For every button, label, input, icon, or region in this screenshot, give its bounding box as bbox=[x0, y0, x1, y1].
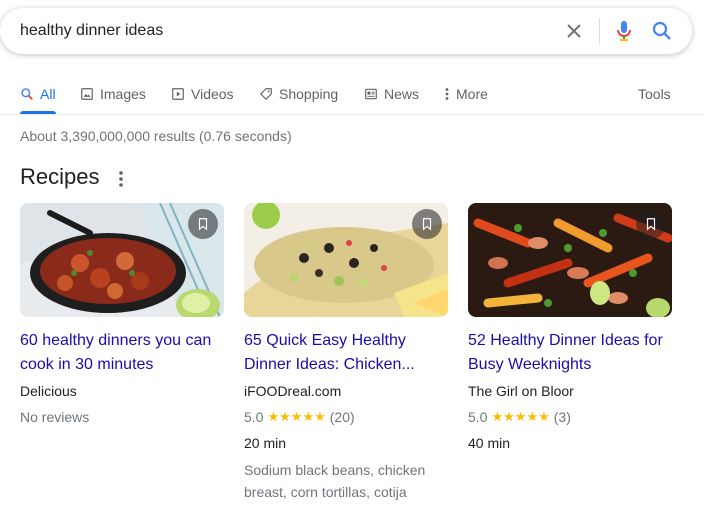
recipe-title-line: 60 healthy dinners you can bbox=[20, 332, 212, 349]
save-recipe-button[interactable] bbox=[636, 209, 666, 239]
star-icon: ★ bbox=[267, 409, 280, 424]
recipe-rating: 5.0 ★ ★ ★ ★ ★ (3) bbox=[468, 407, 674, 427]
rating-value: 5.0 bbox=[244, 409, 264, 425]
tab-images[interactable]: Images bbox=[80, 82, 146, 106]
recipe-thumbnail[interactable] bbox=[20, 203, 224, 317]
star-icon: ★ bbox=[538, 409, 550, 424]
search-button[interactable] bbox=[650, 19, 674, 43]
tab-tools[interactable]: Tools bbox=[638, 82, 671, 106]
recipe-ingredients: Sodium black beans, chicken breast, corn… bbox=[244, 462, 426, 500]
tab-label: All bbox=[40, 86, 56, 102]
recipe-title-line: cook in 30 minutes bbox=[20, 356, 154, 373]
tab-shopping[interactable]: Shopping bbox=[259, 82, 338, 106]
recipe-time: 20 min bbox=[244, 435, 287, 451]
recipe-reviews: No reviews bbox=[20, 409, 90, 425]
bookmark-icon bbox=[646, 218, 656, 231]
voice-search-button[interactable] bbox=[612, 19, 636, 43]
close-icon bbox=[567, 24, 581, 38]
recipe-title-line: Busy Weeknights bbox=[468, 356, 592, 373]
search-icon bbox=[652, 21, 671, 40]
tab-label: Shopping bbox=[279, 86, 339, 102]
tab-label: Tools bbox=[638, 86, 671, 102]
recipe-source: The Girl on Bloor bbox=[468, 383, 574, 399]
star-icon: ★ bbox=[302, 409, 315, 424]
search-tabs: All Images Videos Shopping News More Too… bbox=[0, 76, 704, 114]
star-icon: ★ bbox=[526, 409, 539, 424]
recipe-title-link[interactable]: 65 Quick Easy Healthy Dinner Ideas: Chic… bbox=[244, 329, 450, 377]
recipe-title-link[interactable]: 52 Healthy Dinner Ideas for Busy Weeknig… bbox=[468, 329, 674, 377]
recipe-rating: 5.0 ★ ★ ★ ★ ★ (20) bbox=[244, 407, 450, 427]
mic-icon bbox=[617, 21, 631, 41]
rating-value: 5.0 bbox=[468, 409, 488, 425]
star-icon: ★ bbox=[314, 409, 326, 424]
star-icon: ★ bbox=[279, 409, 291, 424]
recipe-title-line: Dinner Ideas: Chicken... bbox=[244, 356, 415, 373]
rating-count: (3) bbox=[553, 409, 571, 425]
star-rating: ★ ★ ★ ★ ★ bbox=[491, 407, 549, 427]
save-recipe-button[interactable] bbox=[412, 209, 442, 239]
recipe-source: Delicious bbox=[20, 383, 77, 399]
recipe-time: 40 min bbox=[468, 435, 511, 451]
bookmark-icon bbox=[198, 218, 208, 231]
recipe-title-link[interactable]: 60 healthy dinners you can cook in 30 mi… bbox=[20, 329, 226, 377]
tag-icon bbox=[260, 88, 272, 100]
search-bar bbox=[0, 8, 692, 54]
tab-more[interactable]: More bbox=[444, 82, 488, 106]
rating-count: (20) bbox=[329, 409, 355, 425]
news-icon bbox=[365, 88, 377, 100]
tabs-divider bbox=[0, 114, 704, 115]
recipe-card[interactable]: 52 Healthy Dinner Ideas for Busy Weeknig… bbox=[468, 203, 674, 453]
video-icon bbox=[172, 88, 184, 100]
save-recipe-button[interactable] bbox=[188, 209, 218, 239]
recipes-heading: Recipes bbox=[20, 164, 100, 189]
kebab-icon bbox=[445, 88, 449, 100]
recipe-title-line: 52 Healthy Dinner Ideas for bbox=[468, 332, 663, 349]
search-divider bbox=[599, 18, 600, 44]
star-icon: ★ bbox=[491, 409, 504, 424]
tab-label: More bbox=[456, 86, 488, 102]
recipe-source: iFOODreal.com bbox=[244, 383, 342, 399]
recipe-card[interactable]: 60 healthy dinners you can cook in 30 mi… bbox=[20, 203, 226, 427]
results-stats: About 3,390,000,000 results (0.76 second… bbox=[20, 128, 292, 144]
search-input[interactable] bbox=[20, 20, 540, 42]
recipe-card[interactable]: 65 Quick Easy Healthy Dinner Ideas: Chic… bbox=[244, 203, 450, 503]
tab-label: Videos bbox=[191, 86, 234, 102]
tab-news[interactable]: News bbox=[364, 82, 419, 106]
kebab-icon[interactable] bbox=[116, 169, 126, 189]
star-icon: ★ bbox=[290, 409, 303, 424]
tab-videos[interactable]: Videos bbox=[171, 82, 234, 106]
tab-all[interactable]: All bbox=[20, 82, 56, 106]
star-icon: ★ bbox=[503, 409, 515, 424]
clear-button[interactable] bbox=[562, 19, 586, 43]
recipe-thumbnail[interactable] bbox=[468, 203, 672, 317]
tab-label: News bbox=[384, 86, 420, 102]
tab-label: Images bbox=[100, 86, 146, 102]
image-icon bbox=[81, 88, 93, 100]
search-icon bbox=[21, 88, 33, 100]
star-rating: ★ ★ ★ ★ ★ bbox=[267, 407, 325, 427]
recipe-title-line: 65 Quick Easy Healthy bbox=[244, 332, 406, 349]
recipe-thumbnail[interactable] bbox=[244, 203, 448, 317]
star-icon: ★ bbox=[514, 409, 527, 424]
bookmark-icon bbox=[422, 218, 432, 231]
